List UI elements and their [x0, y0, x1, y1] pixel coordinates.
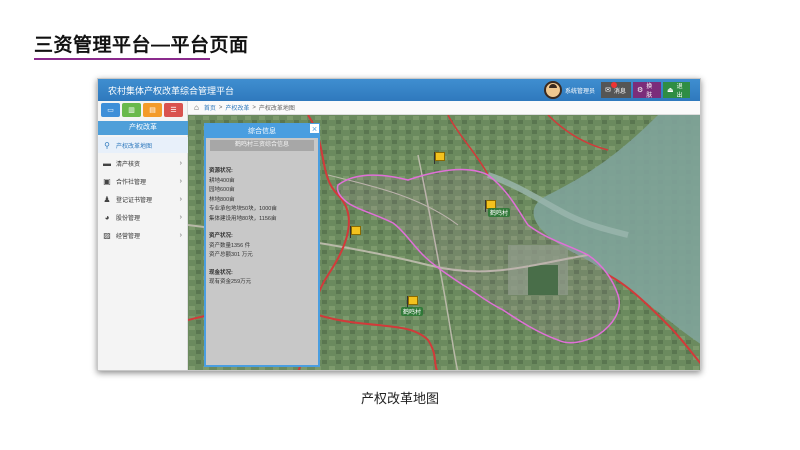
breadcrumb-separator: > [252, 104, 256, 111]
app-screenshot: 农村集体产权改革综合管理平台 系统管理员 ✉ 消息 ⚙ 换肤 ⏏ 退出 ▭ ▥ … [97, 78, 701, 371]
village-label[interactable]: 鹤鸣村 [488, 208, 511, 217]
asset-line: 资产数量1356 件 [209, 242, 251, 249]
resource-line: 集体建设用地80块，1156亩 [209, 215, 277, 222]
monitor-icon[interactable]: ▭ [101, 103, 120, 117]
skin-button-label: 换肤 [646, 84, 653, 99]
certificate-icon: ♟ [103, 194, 111, 204]
user-avatar-icon[interactable] [544, 81, 562, 99]
close-icon[interactable]: × [309, 123, 320, 134]
list-icon[interactable]: ☰ [164, 103, 183, 117]
info-panel-title: 综合信息 [248, 128, 276, 135]
sidebar-item-certificate[interactable]: ♟ 登记证书管理 › [98, 191, 188, 207]
info-panel-body: 资源状况: 耕地400亩 园地600亩 林地800亩 专业承包地块50块，100… [206, 167, 318, 288]
gear-icon: ⚙ [637, 86, 644, 94]
chart-icon[interactable]: ▥ [122, 103, 141, 117]
funds-heading: 现金状况: [209, 269, 233, 276]
sidebar-item-property-map[interactable]: ⚲ 产权改革地图 [98, 137, 188, 153]
funds-line: 现有资金259万元 [209, 279, 252, 285]
chevron-right-icon: › [179, 177, 182, 185]
sidebar-item-cooperative[interactable]: ▣ 合作社管理 › [98, 173, 188, 189]
sidebar-item-operations[interactable]: ▨ 经营管理 › [98, 227, 188, 243]
breadcrumb-property-reform[interactable]: 产权改革 [225, 103, 249, 112]
breadcrumb: ⌂ 首页 > 产权改革 > 产权改革地图 [188, 101, 700, 115]
asset-line: 资产总额301 万元 [209, 252, 253, 258]
breadcrumb-current: 产权改革地图 [258, 106, 295, 112]
sidebar-item-label: 清产核资 [116, 161, 141, 168]
village-flag-icon[interactable] [407, 296, 418, 308]
exit-button-label: 退出 [676, 84, 683, 99]
document-icon[interactable]: ▤ [143, 103, 162, 117]
home-icon[interactable]: ⌂ [194, 103, 199, 112]
sidebar-item-shares[interactable]: ◕ 股份管理 › [98, 209, 188, 225]
app-title: 农村集体产权改革综合管理平台 [108, 86, 235, 96]
resource-line: 园地600亩 [209, 187, 235, 193]
chevron-right-icon: › [179, 159, 182, 167]
info-panel-subtitle: 鹤鸣村三资综合信息 [210, 140, 314, 151]
info-panel: 综合信息 × 鹤鸣村三资综合信息 资源状况: 耕地400亩 园地600亩 林地8… [204, 123, 320, 367]
slide-title: 三资管理平台—平台页面 [34, 35, 249, 56]
database-icon: ▬ [103, 158, 111, 168]
pie-icon: ◕ [104, 212, 110, 222]
sidebar-item-label: 经营管理 [116, 233, 141, 240]
notification-badge [611, 82, 617, 88]
village-flag-icon[interactable] [350, 226, 361, 238]
sidebar-item-asset-verification[interactable]: ▬ 清产核资 › [98, 155, 188, 171]
sidebar-item-label: 产权改革地图 [116, 143, 153, 150]
title-underline [34, 58, 210, 60]
resource-line: 林地800亩 [209, 196, 235, 203]
slide-caption: 产权改革地图 [360, 391, 439, 406]
exit-icon: ⏏ [667, 86, 674, 94]
village-label[interactable]: 鹤鸣村 [401, 307, 424, 316]
sidebar-item-label: 股份管理 [116, 215, 141, 222]
chevron-right-icon: › [179, 213, 182, 221]
breadcrumb-home[interactable]: 首页 [204, 103, 216, 112]
resource-line: 耕地400亩 [209, 177, 235, 184]
exit-button[interactable]: ⏏ 退出 [663, 82, 690, 99]
sidebar-color-tabs: ▭ ▥ ▤ ☰ [101, 103, 183, 117]
skin-button[interactable]: ⚙ 换肤 [633, 82, 661, 99]
sidebar-item-label: 登记证书管理 [116, 197, 153, 204]
user-name[interactable]: 系统管理员 [565, 86, 595, 95]
app-header: 农村集体产权改革综合管理平台 系统管理员 ✉ 消息 ⚙ 换肤 ⏏ 退出 [98, 79, 700, 101]
chevron-right-icon: › [179, 231, 182, 239]
assets-heading: 资产状况: [209, 233, 233, 239]
breadcrumb-separator: > [218, 104, 223, 111]
map-pin-icon: ⚲ [104, 140, 110, 150]
sidebar: ▭ ▥ ▤ ☰ 产权改革 ⚲ 产权改革地图 ▬ 清产核资 › ▣ 合作社管理 ›… [98, 101, 188, 370]
sidebar-item-label: 合作社管理 [116, 179, 147, 186]
resource-line: 专业承包地块50块，1000亩 [209, 206, 277, 212]
briefcase-icon: ▨ [103, 230, 111, 240]
envelope-icon: ✉ [605, 86, 611, 94]
resources-heading: 资源状况: [209, 168, 233, 174]
info-panel-header: 综合信息 × [206, 123, 320, 138]
chevron-right-icon: › [179, 195, 182, 203]
cooperative-icon: ▣ [103, 176, 111, 186]
village-flag-icon[interactable] [434, 152, 445, 164]
message-button[interactable]: ✉ 消息 [601, 82, 631, 98]
sidebar-header: 产权改革 [98, 121, 188, 135]
